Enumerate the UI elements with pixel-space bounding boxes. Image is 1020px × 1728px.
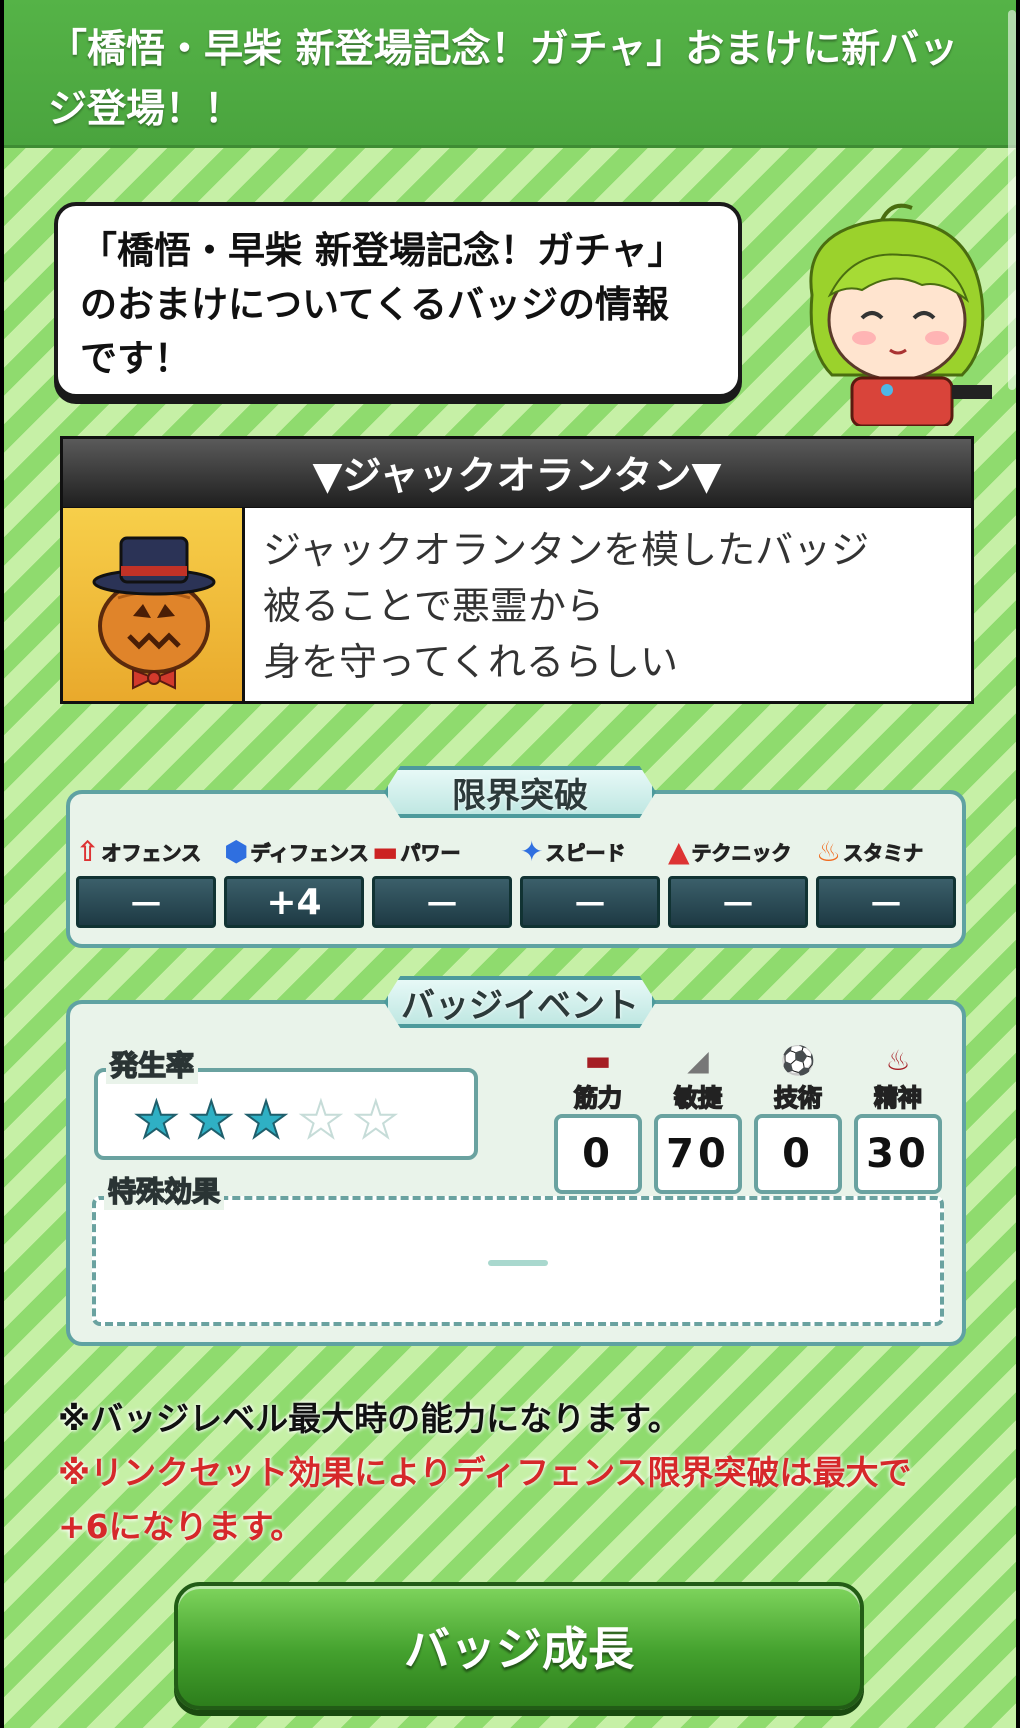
stat-label-technique: テクニック xyxy=(691,840,792,865)
character-avatar xyxy=(809,203,992,426)
defense-icon: ⬢ xyxy=(224,834,249,868)
special-effect-label: 特殊効果 xyxy=(104,1170,225,1210)
badge-description: ジャックオランタンを模したバッジ 被ることで悪霊から 身を守ってくれるらしい xyxy=(263,522,869,690)
speech-line-1: 「橋悟・早柴 新登場記念！ガチャ」 xyxy=(80,229,685,272)
badge-event-title: バッジイベント xyxy=(384,976,656,1028)
speech-line-2: のおまけについてくるバッジの情報 xyxy=(80,283,670,326)
param-value-spirit: 30 xyxy=(854,1114,942,1194)
stat-value-speed: － xyxy=(520,876,660,928)
stat-stamina: ♨ スタミナ － xyxy=(816,830,956,928)
badge-icon-frame xyxy=(63,508,245,701)
speech-bubble: 「橋悟・早柴 新登場記念！ガチャ」 のおまけについてくるバッジの情報 です！ xyxy=(54,202,742,398)
param-value-technique: 0 xyxy=(754,1114,842,1194)
soccer-ball-icon: ⚽ xyxy=(780,1044,816,1077)
occurrence-rate-label: 発生率 xyxy=(106,1044,199,1084)
badge-name-header: ▼ジャックオランタン▼ xyxy=(60,436,974,510)
jack-o-lantern-badge-icon xyxy=(92,536,216,690)
stat-value-stamina: － xyxy=(816,876,956,928)
badge-desc-line-1: ジャックオランタンを模したバッジ xyxy=(263,528,870,572)
stat-label-offense: オフェンス xyxy=(101,840,202,865)
offense-icon: ⇧ xyxy=(76,834,100,868)
note-max-level: ※バッジレベル最大時の能力になります。 xyxy=(58,1399,681,1438)
param-label-technique: 技術 xyxy=(773,1083,823,1113)
stat-defense: ⬢ ディフェンス +4 xyxy=(224,830,369,928)
power-icon: ▬ xyxy=(372,834,399,868)
flame-icon: ♨ xyxy=(885,1044,911,1077)
limit-break-panel: 限界突破 ⇧ オフェンス － ⬢ ディフェンス +4 ▬ パワー － ✦ スピード － … xyxy=(66,766,966,948)
param-strength: ▬ 筋力 0 xyxy=(554,1044,642,1194)
stat-label-defense: ディフェンス xyxy=(250,840,369,865)
param-value-strength: 0 xyxy=(554,1114,642,1194)
stat-label-speed: スピード xyxy=(545,840,626,865)
special-effect-empty-dash xyxy=(488,1260,548,1266)
badge-grow-button[interactable]: バッジ成長 xyxy=(174,1582,864,1710)
badge-event-panel: バッジイベント 発生率 ★ ★ ★ ★ ★ ▬ 筋力 0 ◢ 敏捷 70 ⚽ 技… xyxy=(66,976,966,1346)
special-effect-box: 特殊効果 xyxy=(92,1170,944,1326)
limit-break-title: 限界突破 xyxy=(384,766,656,818)
stat-power: ▬ パワー － xyxy=(372,830,512,928)
note-link-set: ※リンクセット効果によりディフェンス限界突破は最大で+6になります。 xyxy=(58,1453,912,1546)
stat-value-defense: +4 xyxy=(224,876,364,928)
stat-value-technique: － xyxy=(668,876,808,928)
scrollbar[interactable] xyxy=(1008,10,1016,390)
param-label-spirit: 精神 xyxy=(873,1083,923,1113)
technique-icon: ▲ xyxy=(668,834,690,868)
dumbbell-icon: ▬ xyxy=(584,1044,612,1077)
stat-offense: ⇧ オフェンス － xyxy=(76,830,216,928)
param-label-agility: 敏捷 xyxy=(673,1083,723,1113)
speed-icon: ✦ xyxy=(520,834,544,868)
param-agility: ◢ 敏捷 70 xyxy=(654,1044,742,1194)
badge-desc-line-2: 被ることで悪霊から xyxy=(263,584,604,628)
stat-value-power: － xyxy=(372,876,512,928)
stat-speed: ✦ スピード － xyxy=(520,830,660,928)
shoe-icon: ◢ xyxy=(687,1044,709,1077)
speech-line-3: です！ xyxy=(80,337,191,380)
screen: 「橋悟・早柴 新登場記念！ガチャ」おまけに新バッジ登場！！ 「橋悟・早柴 新登場… xyxy=(4,0,1016,1728)
stat-label-power: パワー xyxy=(400,840,461,865)
page-title: 「橋悟・早柴 新登場記念！ガチャ」おまけに新バッジ登場！！ xyxy=(4,0,1016,148)
star-filled-icon: ★ xyxy=(133,1091,180,1149)
star-filled-icon: ★ xyxy=(243,1091,290,1149)
star-empty-icon: ★ xyxy=(297,1091,344,1149)
rate-stars: ★ ★ ★ ★ ★ xyxy=(133,1091,399,1149)
badge-desc-line-3: 身を守ってくれるらしい xyxy=(263,640,678,684)
stat-value-offense: － xyxy=(76,876,216,928)
param-value-agility: 70 xyxy=(654,1114,742,1194)
stat-technique: ▲ テクニック － xyxy=(668,830,808,928)
param-technique: ⚽ 技術 0 xyxy=(754,1044,842,1194)
star-empty-icon: ★ xyxy=(352,1091,399,1149)
occurrence-rate-box: 発生率 ★ ★ ★ ★ ★ xyxy=(94,1044,478,1160)
stamina-icon: ♨ xyxy=(816,834,842,868)
badge-info-card: ジャックオランタンを模したバッジ 被ることで悪霊から 身を守ってくれるらしい xyxy=(60,508,974,704)
star-filled-icon: ★ xyxy=(188,1091,235,1149)
param-spirit: ♨ 精神 30 xyxy=(854,1044,942,1194)
stat-label-stamina: スタミナ xyxy=(843,840,924,865)
param-label-strength: 筋力 xyxy=(573,1083,623,1113)
